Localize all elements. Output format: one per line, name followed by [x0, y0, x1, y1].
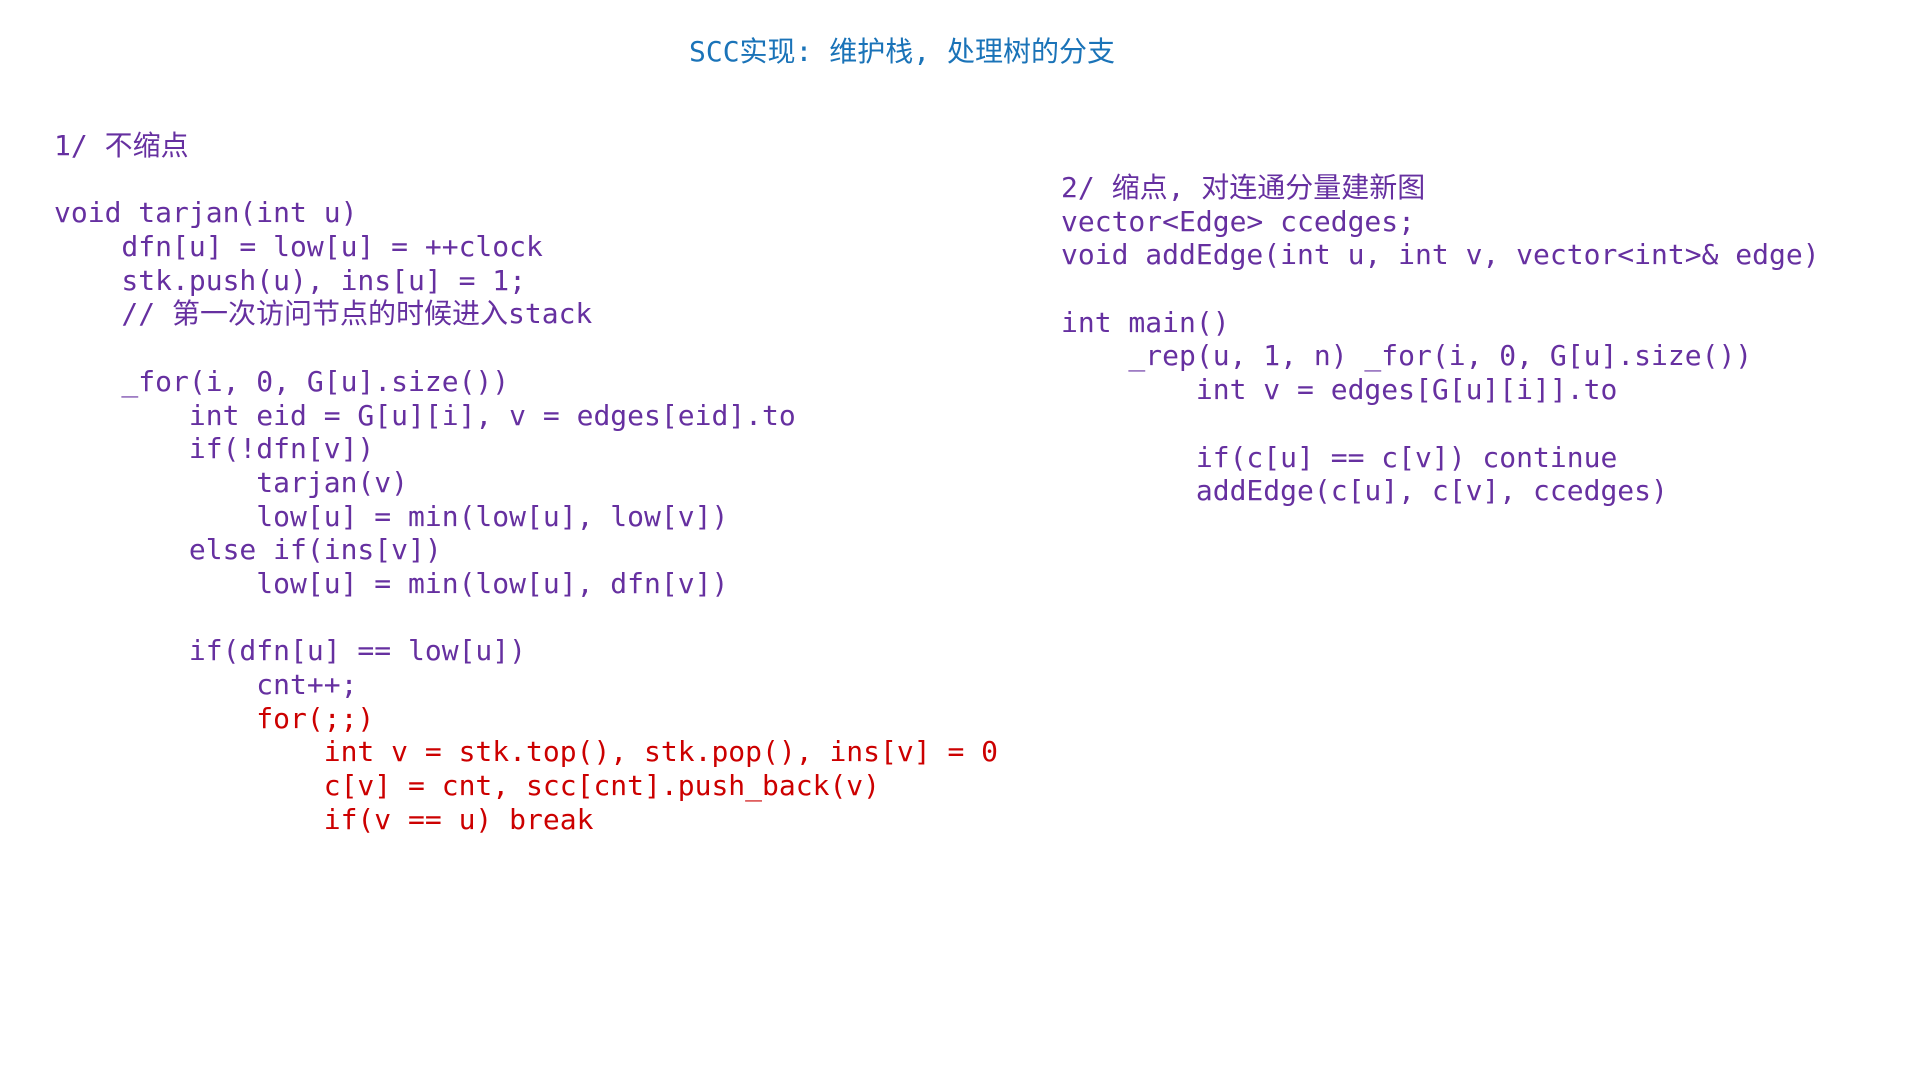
code-line: 2/ 缩点, 对连通分量建新图: [1061, 171, 1426, 204]
code-line: else if(ins[v]): [54, 533, 442, 567]
code-line: for(;;): [54, 701, 375, 735]
code-block-no-contraction: 1/ 不缩点 void tarjan(int u) dfn[u] = low[u]…: [54, 129, 998, 836]
code-line: stk.push(u), ins[u] = 1;: [54, 263, 527, 297]
code-line: low[u] = min(low[u], low[v]): [54, 499, 729, 533]
code-line: low[u] = min(low[u], dfn[v]): [54, 566, 729, 600]
code-line: if(!dfn[v]): [54, 432, 375, 466]
code-line: if(c[u] == c[v]) continue: [1061, 440, 1618, 474]
code-line: int eid = G[u][i], v = edges[eid].to: [54, 398, 796, 432]
code-line: void tarjan(int u): [54, 196, 358, 230]
code-line: _for(i, 0, G[u].size()): [54, 364, 510, 398]
code-line: int main(): [1061, 305, 1230, 339]
code-line: _rep(u, 1, n) _for(i, 0, G[u].size()): [1061, 339, 1753, 373]
code-line: vector<Edge> ccedges;: [1061, 204, 1416, 238]
code-line: addEdge(c[u], c[v], ccedges): [1061, 474, 1668, 508]
code-line: int v = stk.top(), stk.pop(), ins[v] = 0: [54, 735, 999, 769]
code-line: tarjan(v): [54, 465, 409, 499]
code-block-contraction: 2/ 缩点, 对连通分量建新图 vector<Edge> ccedges; void…: [1061, 171, 1820, 508]
code-line: if(v == u) break: [54, 802, 594, 836]
slide-title: SCC实现: 维护栈, 处理树的分支: [688, 35, 1115, 68]
code-line: int v = edges[G[u][i]].to: [1061, 373, 1618, 407]
code-line: dfn[u] = low[u] = ++clock: [54, 230, 543, 264]
code-line: c[v] = cnt, scc[cnt].push_back(v): [54, 769, 881, 803]
code-line: if(dfn[u] == low[u]): [54, 634, 527, 668]
code-line: cnt++;: [54, 668, 358, 701]
code-line: // 第一次访问节点的时候进入stack: [54, 297, 593, 331]
code-line: void addEdge(int u, int v, vector<int>& …: [1061, 238, 1820, 272]
code-line: 1/ 不缩点: [54, 129, 189, 162]
